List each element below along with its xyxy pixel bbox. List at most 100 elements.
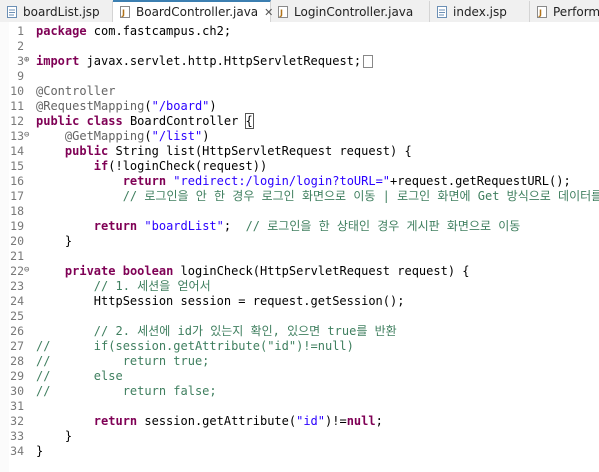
svg-text:J: J	[538, 8, 542, 17]
tab-boardcontroller-java[interactable]: J BoardController.java ✕	[113, 0, 273, 22]
line-number: 14	[10, 144, 24, 158]
svg-text:J: J	[279, 8, 283, 17]
line-number: 22	[10, 264, 24, 278]
tab-performa[interactable]: J Performa	[530, 1, 599, 22]
code-text: return session.getAttribute("id")!=null;	[93, 414, 383, 428]
code-text: @Controller	[36, 84, 116, 98]
code-line[interactable]: 20 }	[0, 234, 599, 249]
tab-logincontroller-java[interactable]: J LoginController.java	[271, 1, 430, 22]
line-number: 28	[10, 354, 24, 368]
code-line[interactable]: 21	[0, 249, 599, 264]
code-editor[interactable]: 1 package com.fastcampus.ch2; 2 3 ⊕ import ja…	[0, 22, 599, 472]
code-text: }	[36, 234, 73, 248]
code-text: import javax.servlet.http.HttpServletReq…	[36, 54, 374, 69]
code-line[interactable]: 16 return "redirect:/login/login?toURL="…	[0, 174, 599, 189]
code-text: // 2. 세션에 id가 있는지 확인, 있으면 true를 반환	[93, 324, 397, 338]
code-line[interactable]: 25	[0, 309, 599, 324]
code-line[interactable]: 23 // 1. 세션을 얻어서	[0, 279, 599, 294]
code-line[interactable]: 18	[0, 204, 599, 219]
code-line[interactable]: 15 if(!loginCheck(request))	[0, 159, 599, 174]
code-line[interactable]: 27 // if(session.getAttribute("id")!=null…	[0, 339, 599, 354]
code-text: }	[36, 444, 44, 458]
code-line[interactable]: 10 @Controller	[0, 84, 599, 99]
line-number: 27	[10, 339, 24, 353]
code-line[interactable]: 29 // else	[0, 369, 599, 384]
code-text: @GetMapping("/list")	[64, 129, 210, 143]
line-number: 26	[10, 324, 24, 338]
line-number: 15	[10, 159, 24, 173]
line-number: 11	[10, 99, 24, 113]
code-text: package com.fastcampus.ch2;	[36, 24, 232, 38]
fold-collapse-icon[interactable]: ⊖	[24, 131, 33, 140]
line-number: 32	[10, 414, 24, 428]
code-line[interactable]: 14 public String list(HttpServletRequest…	[0, 144, 599, 159]
code-line[interactable]: 17 // 로그인을 안 한 경우 로그인 화면으로 이동 | 로그인 화면에 …	[0, 189, 599, 204]
code-text: private boolean loginCheck(HttpServletRe…	[64, 264, 470, 278]
code-text: return "redirect:/login/login?toURL="+re…	[122, 174, 571, 188]
code-text: }	[36, 429, 73, 443]
line-number: 18	[10, 204, 24, 218]
line-number: 9	[17, 69, 24, 83]
code-line[interactable]: 2	[0, 39, 599, 54]
line-number: 19	[10, 219, 24, 233]
code-text: HttpSession session = request.getSession…	[36, 294, 405, 308]
line-number: 2	[17, 39, 24, 53]
code-line[interactable]: 3 ⊕ import javax.servlet.http.HttpServletR…	[0, 54, 599, 69]
line-number: 30	[10, 384, 24, 398]
tab-index-jsp[interactable]: index.jsp	[430, 1, 530, 22]
code-text: // return true;	[36, 354, 210, 368]
code-line[interactable]: 34}	[0, 444, 599, 459]
line-number: 20	[10, 234, 24, 248]
code-text: public class BoardController {	[36, 113, 254, 129]
svg-text:J: J	[121, 9, 125, 18]
code-text: if(!loginCheck(request))	[93, 159, 268, 173]
code-line[interactable]: 24 HttpSession session = request.getSess…	[0, 294, 599, 309]
editor-tab-bar: boardList.jsp J BoardController.java ✕ J…	[0, 0, 599, 23]
line-number: 1	[17, 24, 24, 38]
code-line[interactable]: 11 @RequestMapping("/board")	[0, 99, 599, 114]
code-line[interactable]: 9	[0, 69, 599, 84]
code-line[interactable]: 19 return "boardList"; // 로그인을 한 상태인 경우 …	[0, 219, 599, 234]
line-number: 12	[10, 114, 24, 128]
code-text: // return false;	[36, 384, 217, 398]
line-number: 17	[10, 189, 24, 203]
code-line[interactable]: 13 ⊖ @GetMapping("/list")	[0, 129, 599, 144]
code-line[interactable]: 31	[0, 399, 599, 414]
line-number: 13	[10, 129, 24, 143]
java-file-icon: J	[277, 5, 289, 18]
line-number: 25	[10, 309, 24, 323]
tab-label: BoardController.java	[136, 5, 259, 19]
line-number: 10	[10, 84, 24, 98]
jsp-file-icon	[6, 5, 18, 18]
line-number: 34	[10, 444, 24, 458]
code-text: @RequestMapping("/board")	[36, 99, 217, 113]
code-text: // 1. 세션을 얻어서	[93, 279, 211, 293]
fold-expand-icon[interactable]: ⊕	[24, 56, 33, 65]
line-number: 33	[10, 429, 24, 443]
java-file-icon: J	[119, 6, 131, 18]
line-number: 3	[17, 54, 24, 68]
tab-label: index.jsp	[453, 4, 507, 19]
tab-label: Performa	[553, 4, 599, 19]
tab-boardlist-jsp[interactable]: boardList.jsp	[0, 1, 113, 22]
fold-collapse-icon[interactable]: ⊖	[24, 266, 33, 275]
tab-label: LoginController.java	[294, 4, 414, 19]
code-line[interactable]: 1 package com.fastcampus.ch2;	[0, 24, 599, 39]
line-number: 23	[10, 279, 24, 293]
line-number: 24	[10, 294, 24, 308]
line-number: 31	[10, 399, 24, 413]
code-text: // 로그인을 안 한 경우 로그인 화면으로 이동 | 로그인 화면에 Get…	[122, 189, 599, 203]
code-line[interactable]: 33 }	[0, 429, 599, 444]
code-line[interactable]: 30 // return false;	[0, 384, 599, 399]
code-line[interactable]: 26 // 2. 세션에 id가 있는지 확인, 있으면 true를 반환	[0, 324, 599, 339]
code-text: // if(session.getAttribute("id")!=null)	[36, 339, 354, 353]
code-line[interactable]: 28 // return true;	[0, 354, 599, 369]
code-line[interactable]: 12 public class BoardController {	[0, 113, 599, 129]
line-number: 29	[10, 369, 24, 383]
code-line[interactable]: 32 return session.getAttribute("id")!=nu…	[0, 414, 599, 429]
collapsed-import-marker[interactable]	[363, 55, 374, 68]
code-line[interactable]: 22 ⊖ private boolean loginCheck(HttpServl…	[0, 264, 599, 279]
line-number: 16	[10, 174, 24, 188]
jsp-file-icon	[436, 5, 448, 18]
code-text: // else	[36, 369, 123, 383]
